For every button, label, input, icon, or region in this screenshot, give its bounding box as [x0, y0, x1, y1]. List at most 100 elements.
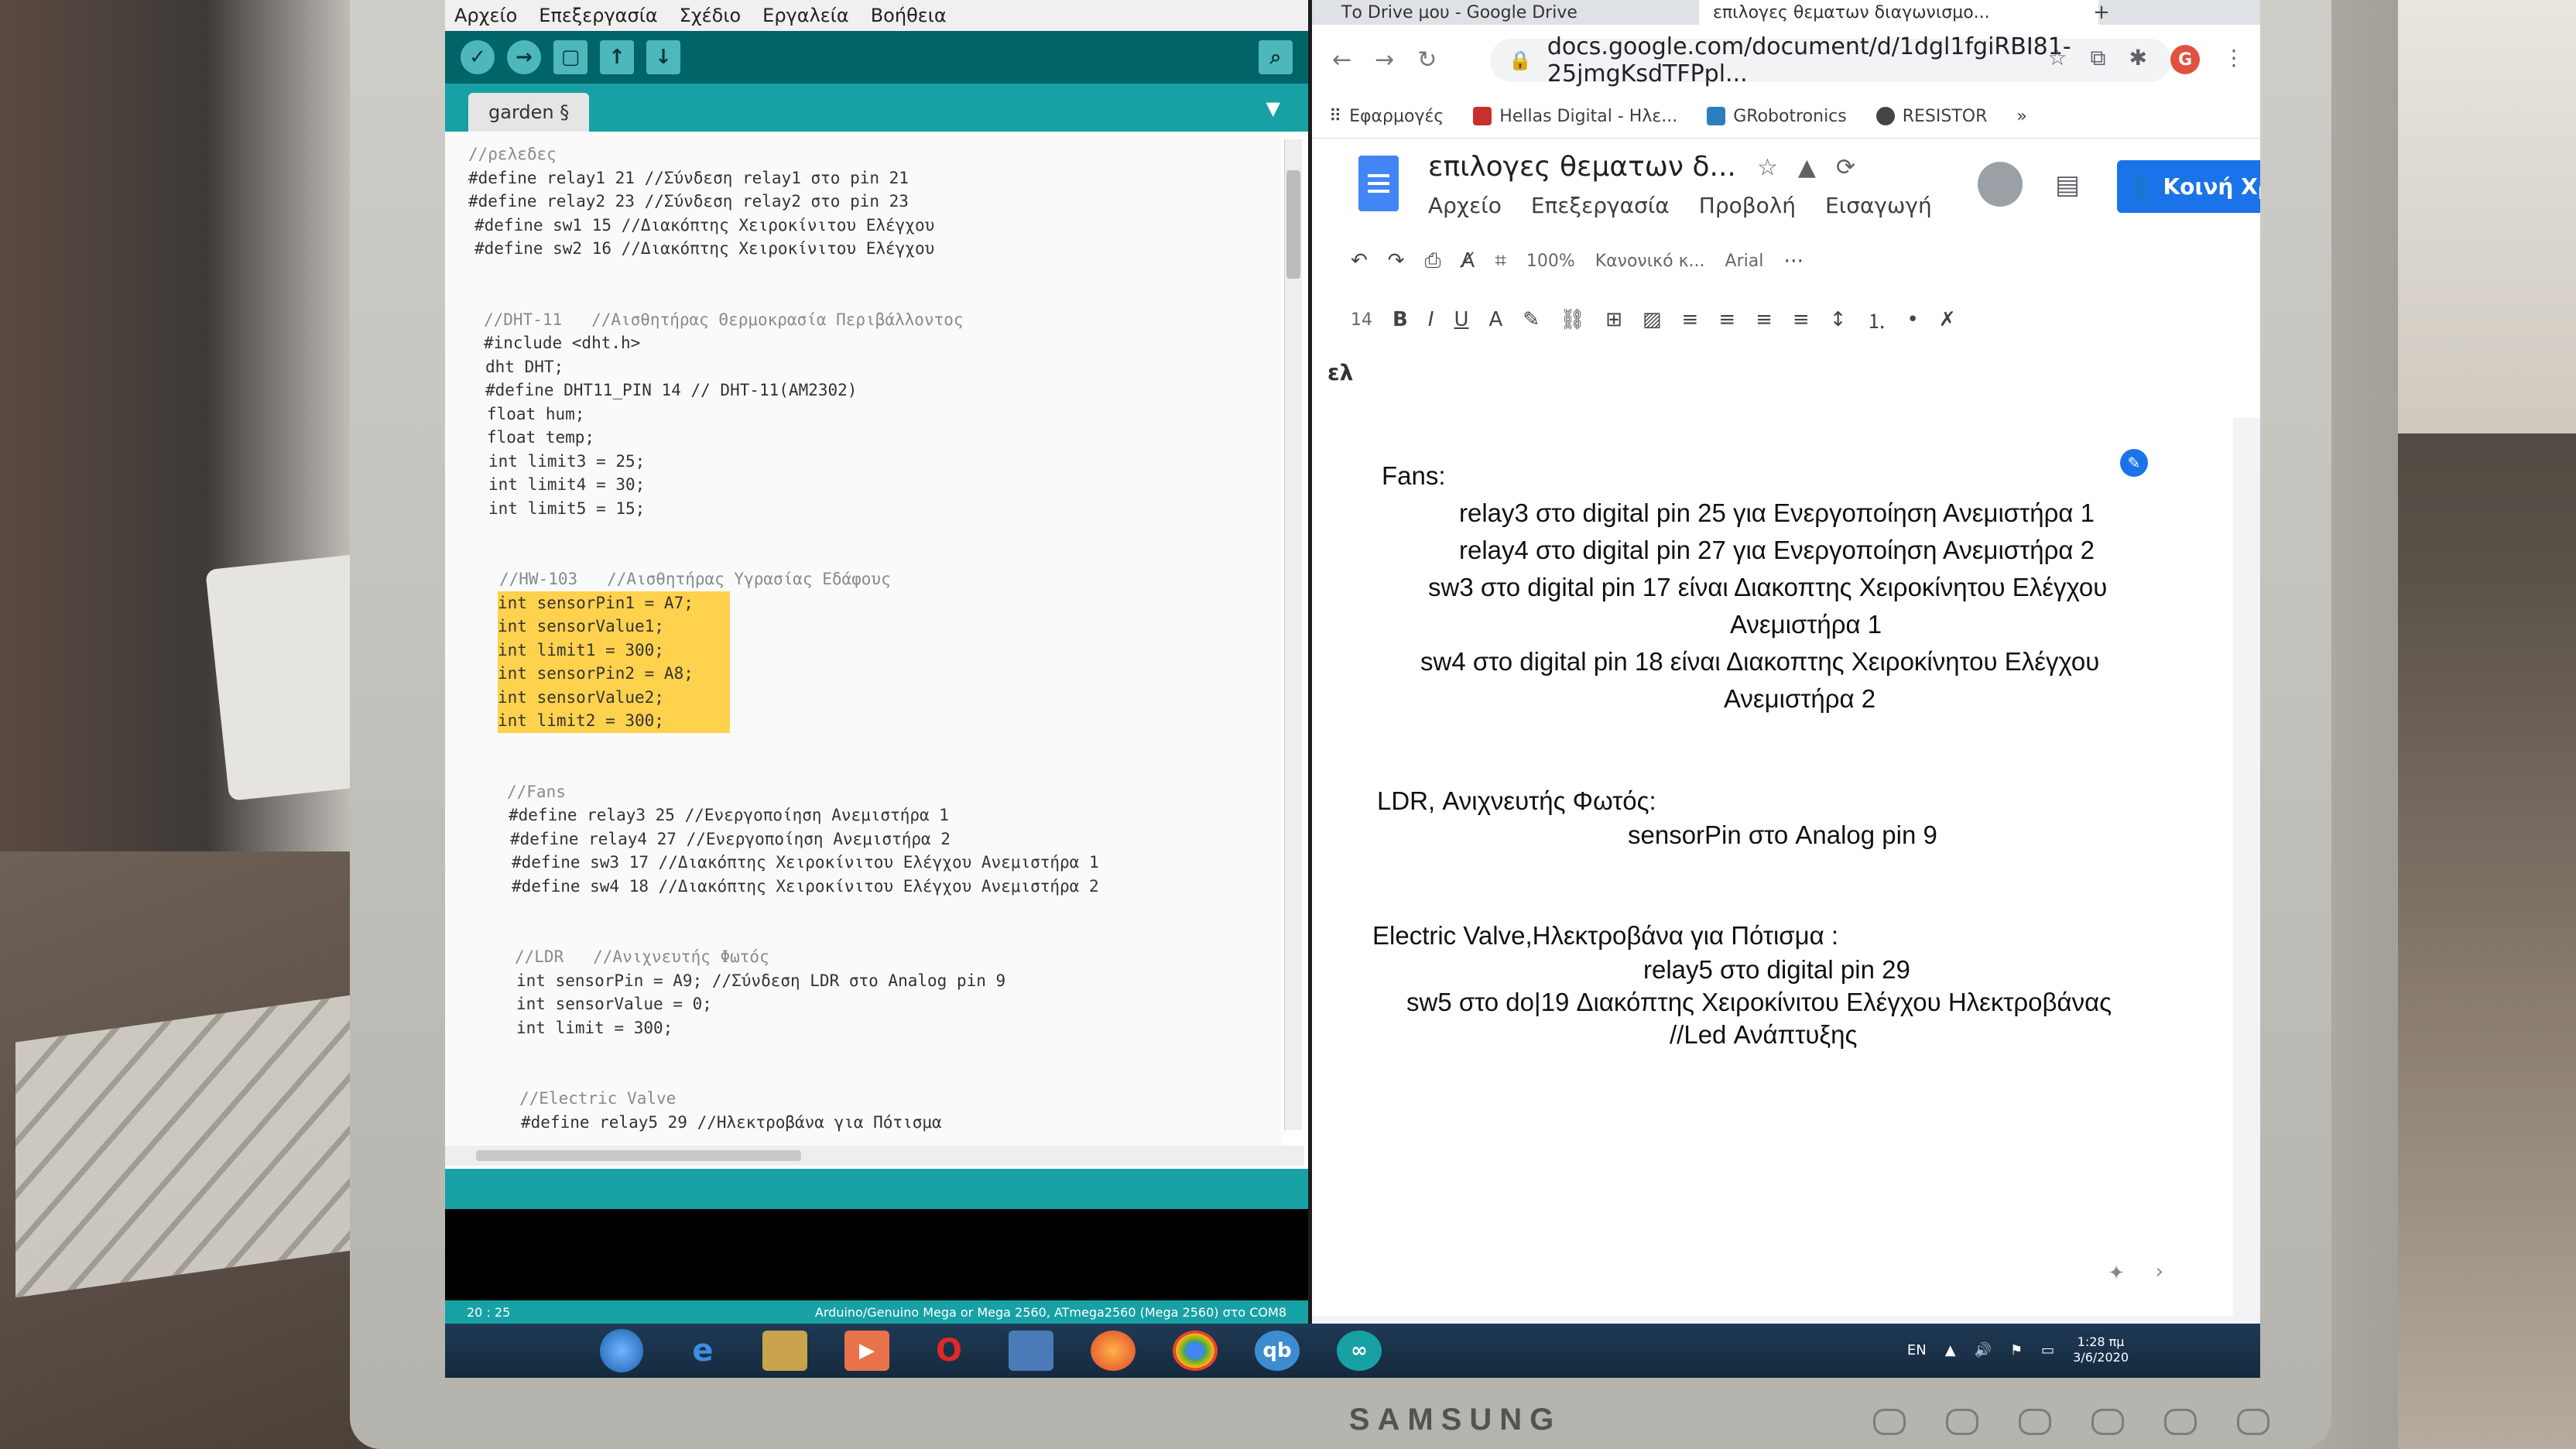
- power-button[interactable]: [2237, 1409, 2269, 1435]
- docs-menu-file[interactable]: Αρχείο: [1428, 193, 1502, 218]
- underline-icon[interactable]: U: [1454, 308, 1469, 331]
- bookmark-resistor[interactable]: RESISTOR: [1875, 107, 1987, 126]
- comment-icon[interactable]: ▤: [2055, 170, 2080, 200]
- new-button[interactable]: ▢: [553, 40, 587, 74]
- align-right-icon[interactable]: ≡: [1756, 308, 1773, 331]
- profile-avatar[interactable]: G: [2170, 45, 2200, 74]
- puzzle-icon[interactable]: ✱: [2129, 45, 2147, 74]
- share-button[interactable]: 👤 Κοινή Χρήση: [2117, 160, 2260, 213]
- back-icon[interactable]: ←: [1332, 46, 1351, 74]
- monitor-button[interactable]: [2019, 1409, 2051, 1435]
- scrollbar-thumb[interactable]: [476, 1150, 801, 1161]
- font-size-select[interactable]: 14: [1351, 310, 1372, 330]
- qbittorrent-icon[interactable]: qb: [1255, 1331, 1300, 1371]
- upload-button[interactable]: →: [507, 40, 541, 74]
- font-select[interactable]: Arial: [1725, 252, 1764, 271]
- docs-menu-edit[interactable]: Επεξεργασία: [1531, 193, 1670, 218]
- arduino-icon[interactable]: ∞: [1337, 1331, 1382, 1371]
- ide-menu-tools[interactable]: Εργαλεία: [762, 5, 849, 26]
- kebab-menu-icon[interactable]: ⋮: [2223, 45, 2245, 74]
- numbered-list-icon[interactable]: ⒈: [1867, 306, 1887, 334]
- extension-icon[interactable]: ⧉: [2091, 45, 2106, 74]
- google-docs-icon[interactable]: [1358, 156, 1399, 211]
- code-editor[interactable]: //ρελεδες #define relay1 21 //Σύνδεση rel…: [445, 132, 1281, 1164]
- explore-icon[interactable]: ✦: [2108, 1262, 2125, 1285]
- input-method-indicator[interactable]: ελ: [1312, 349, 2260, 396]
- ide-menu-help[interactable]: Βοήθεια: [871, 5, 947, 26]
- scrollbar-thumb[interactable]: [1286, 170, 1300, 279]
- editor-horizontal-scrollbar[interactable]: [445, 1146, 1304, 1166]
- new-tab-button[interactable]: +: [2086, 0, 2117, 25]
- opera-icon[interactable]: O: [927, 1331, 971, 1371]
- reload-icon[interactable]: ↻: [1417, 46, 1437, 74]
- edit-mode-icon[interactable]: ✎: [2120, 449, 2148, 477]
- spellcheck-icon[interactable]: A̸: [1461, 249, 1475, 272]
- print-icon[interactable]: ⎙: [1425, 249, 1441, 273]
- more-icon[interactable]: ⋯: [1783, 249, 1804, 272]
- clear-format-icon[interactable]: ✗: [1939, 308, 1956, 331]
- line-spacing-icon[interactable]: ↕: [1830, 308, 1847, 331]
- clock[interactable]: 1:28 πμ 3/6/2020: [2073, 1334, 2129, 1365]
- bookmark-grobotronics[interactable]: GRobotronics: [1707, 107, 1847, 126]
- sketch-tab[interactable]: garden §: [468, 93, 590, 132]
- link-icon[interactable]: ⛓: [1560, 308, 1585, 331]
- monitor-button[interactable]: [2091, 1409, 2124, 1435]
- verify-button[interactable]: ✓: [461, 40, 495, 74]
- chrome-icon[interactable]: [1173, 1331, 1218, 1371]
- paint-format-icon[interactable]: ⌗: [1495, 249, 1506, 273]
- bookmark-star-icon[interactable]: ☆: [2047, 45, 2067, 74]
- highlight-icon[interactable]: ✎: [1523, 308, 1540, 331]
- drive-icon[interactable]: ▲: [1798, 154, 1816, 181]
- zoom-select[interactable]: 100%: [1526, 252, 1575, 271]
- italic-icon[interactable]: I: [1428, 308, 1434, 331]
- justify-icon[interactable]: ≡: [1793, 308, 1810, 331]
- document-title[interactable]: επιλογες θεματων δ...: [1428, 151, 1736, 183]
- collaborator-avatar[interactable]: [1978, 162, 2023, 207]
- align-left-icon[interactable]: ≡: [1682, 308, 1699, 331]
- language-indicator[interactable]: EN: [1907, 1342, 1927, 1358]
- bookmark-hellas-digital[interactable]: Hellas Digital - Ηλε...: [1473, 107, 1677, 126]
- serial-monitor-button[interactable]: ⌕: [1259, 40, 1293, 74]
- docs-menu-insert[interactable]: Εισαγωγή: [1825, 193, 1932, 218]
- star-icon[interactable]: ☆: [1757, 154, 1778, 181]
- editor-vertical-scrollbar[interactable]: [1284, 139, 1302, 1130]
- start-button[interactable]: [600, 1329, 643, 1372]
- flag-icon[interactable]: ⚑: [2010, 1342, 2023, 1358]
- resistor-icon: [1875, 107, 1895, 125]
- volume-icon[interactable]: 🔊: [1975, 1342, 1992, 1358]
- more-bookmarks-icon[interactable]: »: [2016, 107, 2026, 126]
- ide-menu-file[interactable]: Αρχείο: [454, 5, 517, 26]
- ide-menu-sketch[interactable]: Σχέδιο: [680, 5, 742, 26]
- undo-icon[interactable]: ↶: [1351, 249, 1368, 272]
- open-button[interactable]: ↑: [600, 40, 634, 74]
- add-comment-icon[interactable]: ⊞: [1605, 308, 1622, 331]
- bulleted-list-icon[interactable]: •: [1907, 308, 1919, 331]
- tab-google-drive[interactable]: Το Drive μου - Google Drive: [1327, 0, 1719, 25]
- document-page[interactable]: ✎ Fans: relay3 στο digital pin 25 για Ενε…: [1312, 418, 2233, 1316]
- style-select[interactable]: Κανονικό κ...: [1595, 252, 1705, 271]
- internet-explorer-icon[interactable]: e: [680, 1331, 725, 1371]
- monitor-button[interactable]: [1873, 1409, 1906, 1435]
- file-explorer-icon[interactable]: [762, 1331, 807, 1371]
- notes-icon[interactable]: [1009, 1331, 1053, 1371]
- text-color-icon[interactable]: A: [1489, 308, 1503, 331]
- forward-icon[interactable]: →: [1375, 46, 1394, 74]
- network-icon[interactable]: ▭: [2041, 1342, 2054, 1358]
- tab-menu-chevron-icon[interactable]: ▼: [1266, 98, 1280, 119]
- lock-icon[interactable]: 🔒: [1509, 50, 1532, 71]
- firefox-icon[interactable]: [1091, 1331, 1136, 1371]
- save-button[interactable]: ↓: [646, 40, 680, 74]
- ide-menu-edit[interactable]: Επεξεργασία: [539, 5, 657, 26]
- bold-icon[interactable]: B: [1392, 308, 1408, 331]
- side-panel-chevron-icon[interactable]: ›: [2156, 1260, 2163, 1283]
- monitor-button[interactable]: [2164, 1409, 2197, 1435]
- image-icon[interactable]: ▨: [1643, 308, 1662, 331]
- docs-menu-view[interactable]: Προβολή: [1699, 193, 1796, 218]
- align-center-icon[interactable]: ≡: [1718, 308, 1735, 331]
- monitor-button[interactable]: [1946, 1409, 1978, 1435]
- redo-icon[interactable]: ↷: [1388, 249, 1405, 272]
- bookmark-apps[interactable]: ⠿ Εφαρμογές: [1329, 107, 1444, 126]
- tab-google-doc[interactable]: επιλογες θεματων διαγωνισμο...: [1699, 0, 2098, 25]
- media-player-icon[interactable]: ▶: [844, 1331, 889, 1371]
- tray-expand-icon[interactable]: ▲: [1945, 1342, 1956, 1358]
